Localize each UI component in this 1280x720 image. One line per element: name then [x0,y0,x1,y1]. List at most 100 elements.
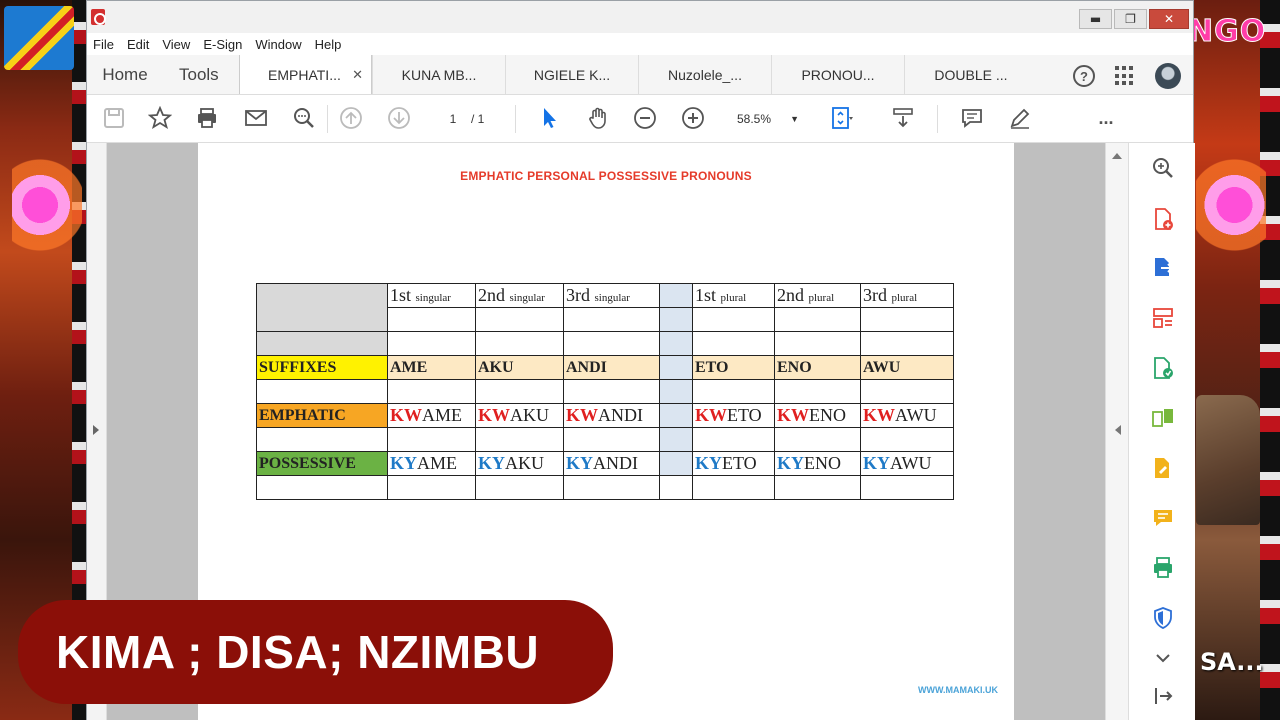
possessive-cell: KYAME [387,451,476,476]
page-down-icon[interactable] [386,105,412,131]
header-2nd-singular: 2nd singular [475,283,564,308]
menu-bar: File Edit View E-Sign Window Help [87,33,1193,55]
emphatic-cell: KWAME [387,403,476,428]
video-caption-banner: KIMA ; DISA; NZIMBU [18,600,613,704]
user-avatar[interactable] [1155,63,1181,89]
rock-decoration [1196,395,1260,525]
website-footer: WWW.MAMAKI.UK [918,685,998,695]
doc-tab-double[interactable]: DOUBLE ... [904,55,1037,94]
help-icon[interactable]: ? [1073,65,1095,87]
document-title: EMPHATIC PERSONAL POSSESSIVE PRONOUNS [460,169,752,183]
fit-page-icon[interactable] [829,105,855,131]
menu-view[interactable]: View [162,37,190,52]
emphatic-cell: KWAKU [475,403,564,428]
doc-tab-emphatic[interactable]: EMPHATI... ✕ [239,55,372,94]
maximize-button[interactable]: ❐ [1114,9,1147,29]
emphatic-cell: KWAWU [860,403,954,428]
expand-panel-icon[interactable] [1150,683,1176,709]
print-icon[interactable] [194,105,220,131]
export-pdf-icon[interactable] [1150,255,1176,281]
scroll-mode-icon[interactable] [890,105,916,131]
fill-sign-icon[interactable] [1150,455,1176,481]
hand-tool-icon[interactable] [585,105,611,131]
table-row [256,331,954,356]
comment-icon[interactable] [959,105,985,131]
doc-tab-kuna[interactable]: KUNA MB... [372,55,505,94]
possessive-cell: KYAWU [860,451,954,476]
header-2nd-plural: 2nd plural [774,283,861,308]
zoom-level-select[interactable]: 58.5% ▼ [727,108,805,130]
menu-edit[interactable]: Edit [127,37,149,52]
video-background-right [1193,0,1280,720]
label-emphatic: EMPHATIC [256,403,388,428]
table-gap-cell [659,451,693,476]
comment-tool-icon[interactable] [1150,505,1176,531]
label-suffixes: SUFFIXES [256,355,388,380]
collapse-right-icon[interactable] [1115,425,1121,435]
toolbar: 1 / 1 58.5% ▼ ... [87,95,1193,143]
minimize-button[interactable]: ▬ [1079,9,1112,29]
scroll-up-icon[interactable] [1112,153,1122,159]
header-3rd-plural: 3rd plural [860,283,954,308]
tab-bar: Home Tools EMPHATI... ✕ KUNA MB... NGIEL… [87,55,1193,95]
vertical-scrollbar[interactable] [1105,143,1128,720]
doc-tab-nuzolele[interactable]: Nuzolele_... [638,55,771,94]
tab-tools[interactable]: Tools [163,55,239,94]
compare-files-icon[interactable] [1150,405,1176,431]
search-zoom-icon[interactable] [291,105,317,131]
bookmark-star-icon[interactable] [147,105,173,131]
header-3rd-singular: 3rd singular [563,283,660,308]
close-button[interactable]: ✕ [1149,9,1189,29]
zoom-search-icon[interactable] [1150,155,1176,181]
organize-pages-icon[interactable] [1150,305,1176,331]
menu-window[interactable]: Window [255,37,301,52]
apps-grid-icon[interactable] [1115,66,1135,86]
possessive-cell: KYENO [774,451,861,476]
close-tab-icon[interactable]: ✕ [352,67,363,83]
flower-decoration-right [1196,150,1266,260]
emphatic-cell: KWANDI [563,403,660,428]
expand-left-icon [93,425,99,435]
edit-pdf-icon[interactable] [1150,355,1176,381]
table-row-suffixes: SUFFIXES AME AKU ANDI ETO ENO AWU [256,355,954,380]
header-1st-singular: 1st singular [387,283,476,308]
zoom-level-value: 58.5% [737,112,772,126]
possessive-cell: KYETO [692,451,775,476]
suffix-cell: AWU [860,355,954,380]
table-gap-cell [659,355,693,380]
acrobat-app-icon [91,9,106,25]
print-production-icon[interactable] [1150,555,1176,581]
protect-shield-icon[interactable] [1150,605,1176,631]
more-options-icon[interactable]: ... [1093,105,1119,131]
tools-pane [1128,143,1195,720]
page-number-input[interactable]: 1 [433,108,473,130]
possessive-cell: KYAKU [475,451,564,476]
emphatic-cell: KWENO [774,403,861,428]
page-up-icon[interactable] [338,105,364,131]
doc-tab-pronouns[interactable]: PRONOU... [771,55,904,94]
table-row-header: 1st singular 2nd singular 3rd singular 1… [256,283,954,332]
create-pdf-icon[interactable] [1150,206,1176,232]
table-gap-cell [659,403,693,428]
label-possessive: POSSESSIVE [256,451,388,476]
table-row [256,475,954,500]
emphatic-cell: KWETO [692,403,775,428]
select-cursor-icon[interactable] [537,105,563,131]
header-1st-plural: 1st plural [692,283,775,308]
doc-tab-ngiele[interactable]: NGIELE K... [505,55,638,94]
email-icon[interactable] [243,105,269,131]
highlight-pen-icon[interactable] [1007,105,1033,131]
menu-help[interactable]: Help [315,37,342,52]
zoom-out-icon[interactable] [632,105,658,131]
tab-home[interactable]: Home [87,55,163,94]
menu-file[interactable]: File [93,37,114,52]
table-row-emphatic: EMPHATIC KWAME KWAKU KWANDI KWETO KWENO … [256,403,954,428]
zoom-in-icon[interactable] [680,105,706,131]
flag-emblem [4,6,74,70]
doc-tab-label: EMPHATI... [268,66,341,83]
suffix-cell: AKU [475,355,564,380]
chevron-down-icon[interactable] [1150,645,1176,671]
save-icon[interactable] [101,105,127,131]
menu-esign[interactable]: E-Sign [203,37,242,52]
chevron-down-icon: ▼ [790,114,799,124]
